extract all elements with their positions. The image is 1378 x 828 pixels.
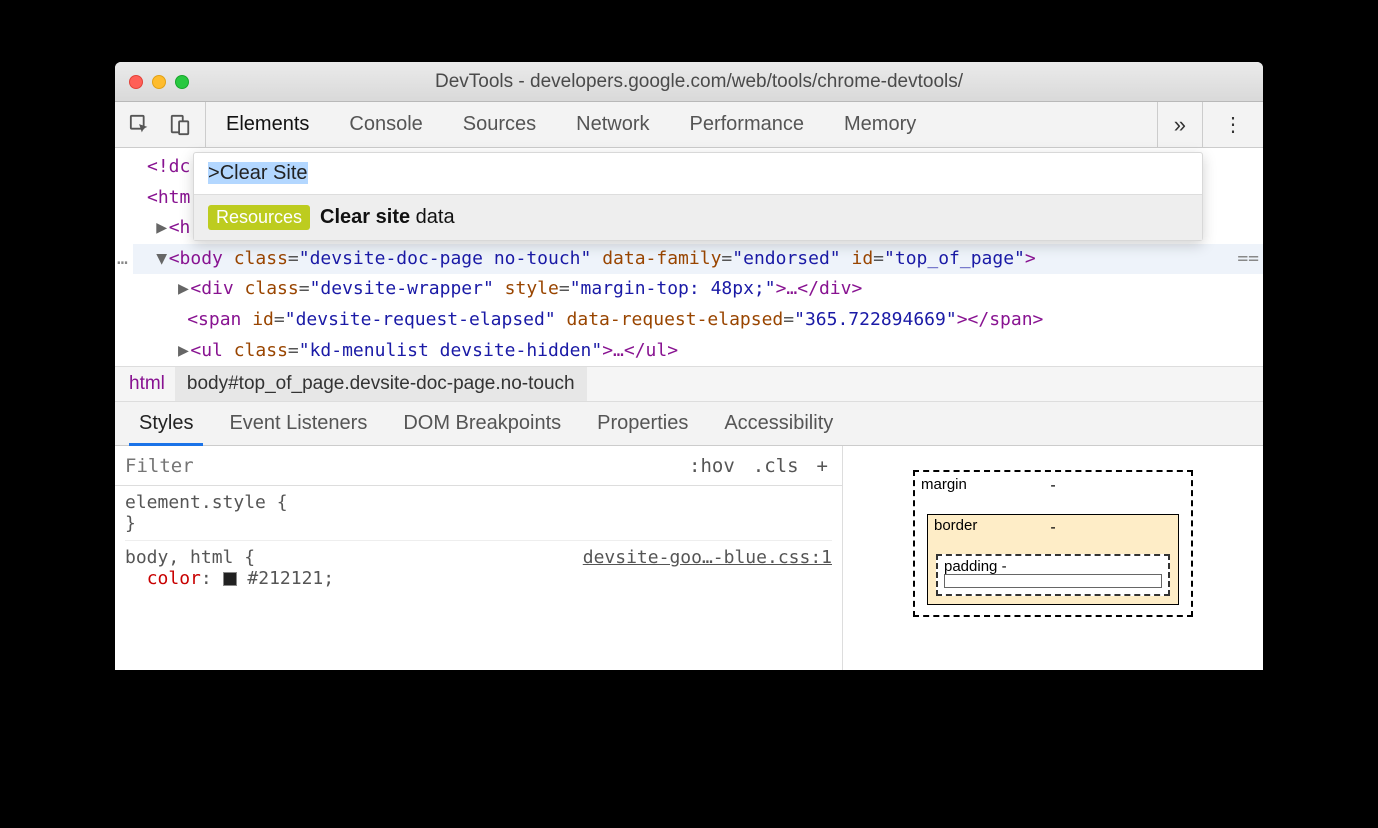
- inspect-icon[interactable]: [129, 114, 151, 136]
- toolbar-icons: [115, 102, 206, 147]
- hov-toggle[interactable]: :hov: [689, 455, 735, 477]
- minimize-icon[interactable]: [152, 75, 166, 89]
- panel-tabs: Elements Console Sources Network Perform…: [206, 102, 1157, 147]
- breadcrumb[interactable]: html body#top_of_page.devsite-doc-page.n…: [115, 366, 1263, 402]
- traffic-lights: [129, 75, 189, 89]
- tab-performance[interactable]: Performance: [670, 102, 825, 147]
- body-html-rule[interactable]: body, html { devsite-goo…-blue.css:1: [125, 540, 832, 568]
- rule-source-link[interactable]: devsite-goo…-blue.css:1: [583, 547, 832, 568]
- tab-memory[interactable]: Memory: [824, 102, 936, 147]
- breadcrumb-item[interactable]: html: [119, 373, 175, 395]
- color-swatch-icon[interactable]: [223, 572, 237, 586]
- content-box[interactable]: [944, 574, 1162, 588]
- menu-icon[interactable]: ⋮: [1202, 102, 1263, 147]
- breadcrumb-item-selected[interactable]: body#top_of_page.devsite-doc-page.no-tou…: [175, 367, 587, 401]
- dom-line[interactable]: ▶<ul class="kd-menulist devsite-hidden">…: [133, 336, 1263, 367]
- tab-console[interactable]: Console: [329, 102, 442, 147]
- command-result[interactable]: Resources Clear site data: [194, 195, 1202, 240]
- subtab-styles[interactable]: Styles: [121, 402, 211, 445]
- rule-close: }: [125, 513, 832, 534]
- styles-pane: :hov .cls + element.style { } body, html…: [115, 446, 843, 670]
- command-match: Clear site data: [320, 206, 455, 229]
- command-text: Clear Site: [220, 162, 308, 184]
- filter-input[interactable]: [115, 455, 689, 477]
- tab-elements[interactable]: Elements: [206, 102, 329, 147]
- margin-label: margin: [921, 476, 967, 493]
- work-area: >Clear Site Resources Clear site data <!…: [115, 148, 1263, 670]
- styles-tabs: Styles Event Listeners DOM Breakpoints P…: [115, 402, 1263, 446]
- device-icon[interactable]: [169, 114, 191, 136]
- rule-selector: body, html {: [125, 547, 255, 568]
- styles-rules[interactable]: element.style { } body, html { devsite-g…: [115, 486, 842, 595]
- devtools-window: DevTools - developers.google.com/web/too…: [115, 62, 1263, 670]
- resources-badge: Resources: [208, 205, 310, 230]
- element-style-rule[interactable]: element.style {: [125, 492, 832, 513]
- subtab-properties[interactable]: Properties: [579, 402, 706, 445]
- tab-sources[interactable]: Sources: [443, 102, 556, 147]
- command-menu: >Clear Site Resources Clear site data: [193, 152, 1203, 241]
- subtab-event-listeners[interactable]: Event Listeners: [211, 402, 385, 445]
- titlebar: DevTools - developers.google.com/web/too…: [115, 62, 1263, 102]
- border-label: border: [934, 517, 977, 534]
- close-icon[interactable]: [129, 75, 143, 89]
- styles-filter-bar: :hov .cls +: [115, 446, 842, 486]
- tab-network[interactable]: Network: [556, 102, 669, 147]
- zoom-icon[interactable]: [175, 75, 189, 89]
- dom-line[interactable]: ▶<div class="devsite-wrapper" style="mar…: [133, 274, 1263, 305]
- cls-toggle[interactable]: .cls: [753, 455, 799, 477]
- more-tabs-icon[interactable]: »: [1157, 102, 1202, 147]
- subtab-dom-breakpoints[interactable]: DOM Breakpoints: [385, 402, 579, 445]
- subtab-accessibility[interactable]: Accessibility: [706, 402, 851, 445]
- dom-body-line[interactable]: … ▼<body class="devsite-doc-page no-touc…: [133, 244, 1263, 275]
- window-title: DevTools - developers.google.com/web/too…: [189, 71, 1209, 93]
- main-toolbar: Elements Console Sources Network Perform…: [115, 102, 1263, 148]
- css-declaration[interactable]: color: #212121;: [125, 568, 832, 589]
- box-model[interactable]: margin - border - padding -: [843, 446, 1263, 670]
- dom-line[interactable]: <span id="devsite-request-elapsed" data-…: [133, 305, 1263, 336]
- padding-label: padding -: [944, 558, 1007, 575]
- command-prefix: >: [208, 162, 220, 184]
- command-input[interactable]: >Clear Site: [194, 153, 1202, 194]
- styles-panel: :hov .cls + element.style { } body, html…: [115, 446, 1263, 670]
- add-rule-icon[interactable]: +: [817, 455, 828, 477]
